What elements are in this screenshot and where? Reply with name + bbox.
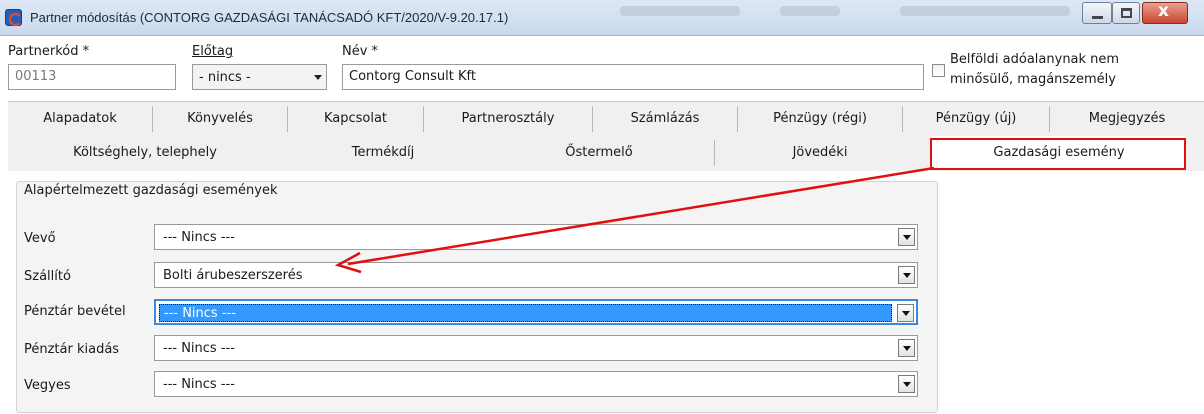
annotation-arrow	[334, 166, 935, 274]
arrow-shaft	[347, 166, 935, 266]
